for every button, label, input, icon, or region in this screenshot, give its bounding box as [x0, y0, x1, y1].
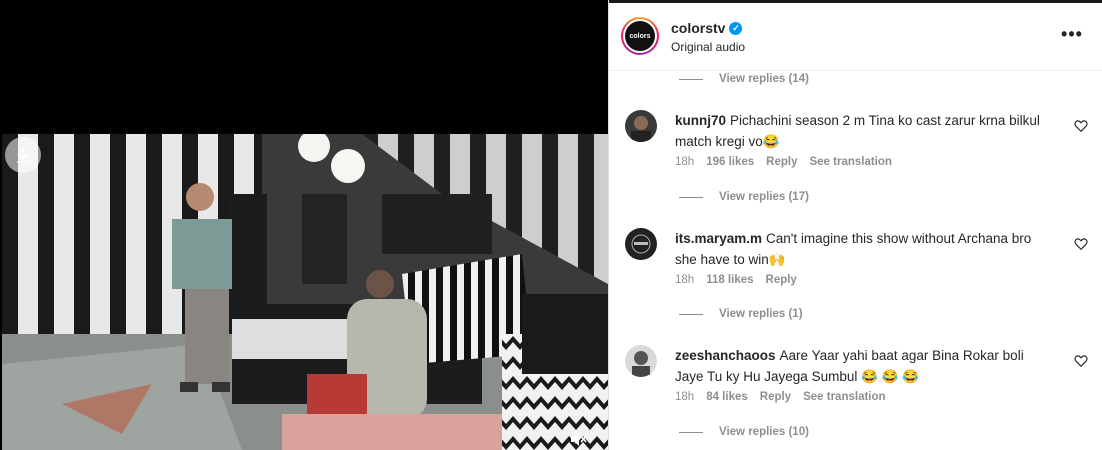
- comment-meta: 18h 118 likes Reply: [675, 274, 797, 286]
- audio-label[interactable]: Original audio: [671, 40, 745, 54]
- view-replies-label[interactable]: View replies (10): [719, 426, 809, 438]
- reply-button[interactable]: Reply: [766, 274, 797, 286]
- see-translation-button[interactable]: See translation: [803, 391, 885, 403]
- view-replies-button[interactable]: View replies (17): [679, 191, 809, 203]
- reply-button[interactable]: Reply: [766, 156, 797, 168]
- colors-logo: colors: [625, 21, 655, 51]
- comment-likes[interactable]: 84 likes: [706, 391, 748, 403]
- comment-body: Pichachini season 2 m Tina ko cast zarur…: [675, 113, 1040, 149]
- comment-likes[interactable]: 118 likes: [706, 274, 753, 286]
- mute-button[interactable]: [565, 428, 591, 450]
- replies-divider: [679, 78, 703, 80]
- video-frame[interactable]: [2, 134, 608, 450]
- comment-text: zeeshanchaoos Aare Yaar yahi baat agar Bi…: [675, 345, 1045, 387]
- comment-time[interactable]: 18h: [675, 156, 694, 168]
- account-avatar[interactable]: colors: [621, 17, 659, 55]
- post-header: colors colorstv ✓ Original audio •••: [609, 3, 1102, 71]
- comment-meta: 18h 196 likes Reply See translation: [675, 156, 892, 168]
- muted-speaker-icon: [571, 432, 587, 446]
- account-username[interactable]: colorstv ✓: [671, 20, 743, 36]
- video-scene: [2, 134, 608, 450]
- see-translation-button[interactable]: See translation: [809, 156, 891, 168]
- video-player[interactable]: [0, 0, 608, 450]
- reply-button[interactable]: Reply: [760, 391, 791, 403]
- download-button[interactable]: [5, 137, 41, 173]
- replies-divider: [679, 431, 703, 433]
- commenter-avatar[interactable]: [625, 345, 657, 377]
- like-heart-icon[interactable]: [1074, 354, 1088, 368]
- view-replies-label[interactable]: View replies (14): [719, 73, 809, 85]
- view-replies-button[interactable]: View replies (1): [679, 308, 803, 320]
- commenter-avatar[interactable]: [625, 228, 657, 260]
- comment-meta: 18h 84 likes Reply See translation: [675, 391, 886, 403]
- replies-divider: [679, 313, 703, 315]
- comment-username[interactable]: its.maryam.m: [675, 231, 762, 246]
- download-icon: [17, 148, 29, 163]
- replies-divider: [679, 196, 703, 198]
- view-replies-label[interactable]: View replies (17): [719, 191, 809, 203]
- commenter-avatar[interactable]: [625, 110, 657, 142]
- comment-text: kunnj70 Pichachini season 2 m Tina ko cas…: [675, 110, 1045, 152]
- view-replies-button[interactable]: View replies (14): [679, 73, 809, 85]
- verified-badge-icon: ✓: [729, 21, 743, 35]
- more-options-button[interactable]: •••: [1055, 21, 1089, 51]
- comment-time[interactable]: 18h: [675, 391, 694, 403]
- comment-username[interactable]: kunnj70: [675, 113, 726, 128]
- comment-text: its.maryam.m Can't imagine this show with…: [675, 228, 1045, 270]
- like-heart-icon[interactable]: [1074, 237, 1088, 251]
- view-replies-label[interactable]: View replies (1): [719, 308, 803, 320]
- like-heart-icon[interactable]: [1074, 119, 1088, 133]
- comments-panel: colors colorstv ✓ Original audio ••• Vie…: [608, 0, 1102, 450]
- comment-username[interactable]: zeeshanchaoos: [675, 348, 776, 363]
- comment-time[interactable]: 18h: [675, 274, 694, 286]
- view-replies-button[interactable]: View replies (10): [679, 426, 809, 438]
- username-text[interactable]: colorstv: [671, 20, 725, 36]
- comment-likes[interactable]: 196 likes: [706, 156, 754, 168]
